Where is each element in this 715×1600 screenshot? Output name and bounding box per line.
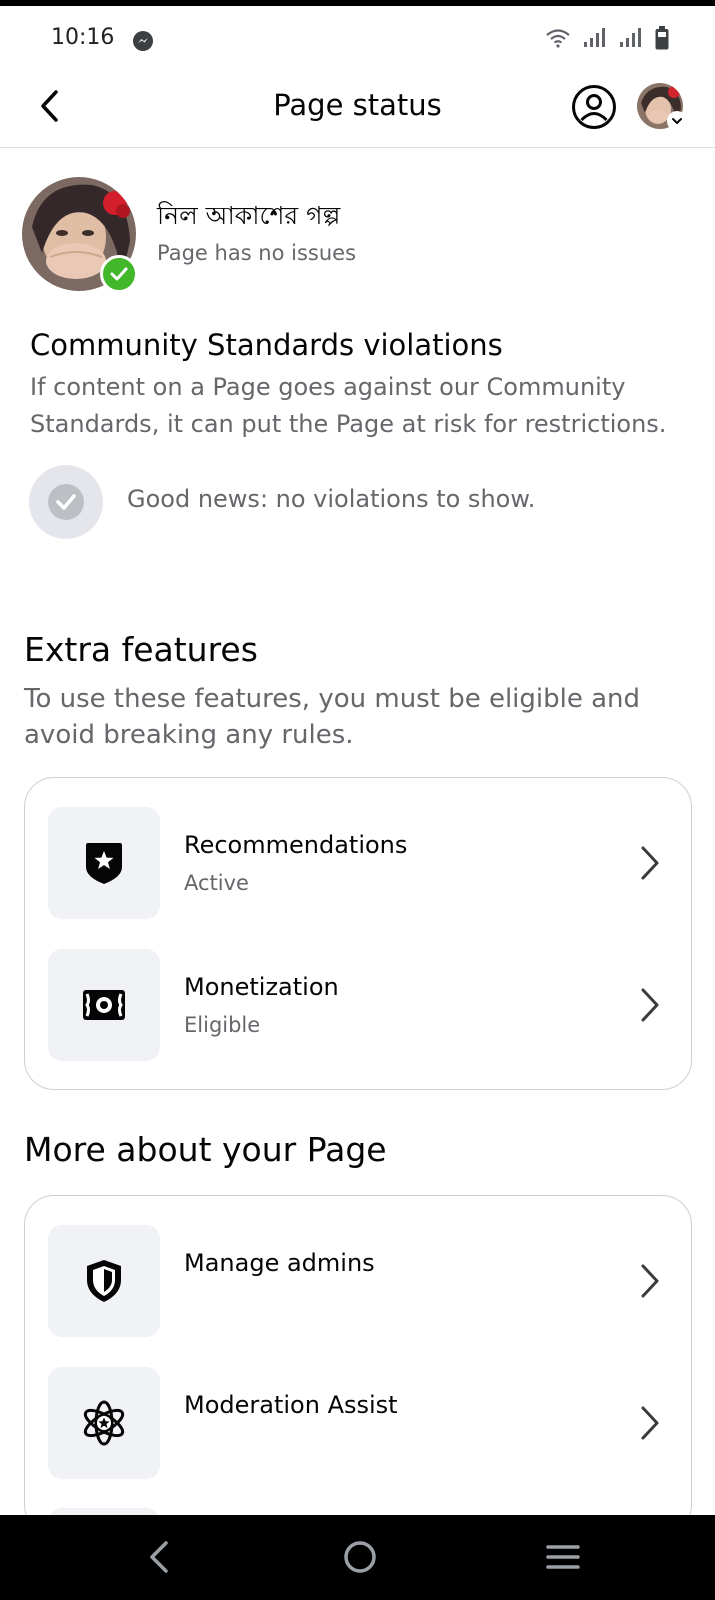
check-circle-icon [29,465,103,539]
page-summary: নিল আকাশের গল্প Page has no issues [0,175,715,295]
feature-status: Active [184,871,249,895]
chevron-right-icon [641,988,659,1022]
extra-features-heading: Extra features [24,630,258,669]
more-row-moderation-assist[interactable]: Moderation Assist [25,1367,691,1479]
status-icons [545,26,669,50]
check-badge-icon [100,255,138,293]
extra-features-description: To use these features, you must be eligi… [24,684,641,750]
chevron-right-icon [641,1406,659,1440]
extra-features-card: Recommendations Active Monetization Elig… [24,777,692,1090]
account-switcher[interactable] [637,83,687,131]
messenger-icon [133,31,153,51]
wifi-icon [546,29,570,48]
violations-message: Good news: no violations to show. [127,485,536,513]
chevron-right-icon [641,846,659,880]
status-bar: 10:16 [0,6,715,66]
nav-recents-button[interactable] [543,1537,583,1577]
more-title: Moderation Assist [184,1391,398,1419]
nav-back-button[interactable] [140,1537,180,1577]
signal-icon-sim1 [584,28,605,47]
community-standards-description: If content on a Page goes against our Co… [30,373,667,438]
signal-icon-sim2 [620,28,641,47]
violations-empty-state: Good news: no violations to show. [29,465,629,539]
feature-title: Recommendations [184,831,408,859]
more-row-manage-admins[interactable]: Manage admins [25,1225,691,1337]
page-name: নিল আকাশের গল্প [157,201,341,230]
star-shield-icon [48,807,160,919]
feature-row-recommendations[interactable]: Recommendations Active [25,807,691,919]
more-about-card: Manage admins Moderation Assist [24,1195,692,1535]
system-nav-bar [0,1515,715,1600]
feature-row-monetization[interactable]: Monetization Eligible [25,949,691,1061]
feature-status: Eligible [184,1013,261,1037]
chevron-right-icon [641,1264,659,1298]
page-status-text: Page has no issues [157,241,357,265]
nav-home-button[interactable] [340,1537,380,1577]
header: Page status [0,66,715,148]
chevron-down-icon [667,111,687,131]
money-icon [48,949,160,1061]
battery-icon [655,26,669,50]
status-time: 10:16 [51,25,115,50]
more-about-heading: More about your Page [24,1130,387,1169]
atom-star-icon [48,1367,160,1479]
feature-title: Monetization [184,973,339,1001]
community-standards-heading: Community Standards violations [30,328,503,362]
more-title: Manage admins [184,1249,375,1277]
shield-icon [48,1225,160,1337]
profile-icon[interactable] [571,84,617,130]
